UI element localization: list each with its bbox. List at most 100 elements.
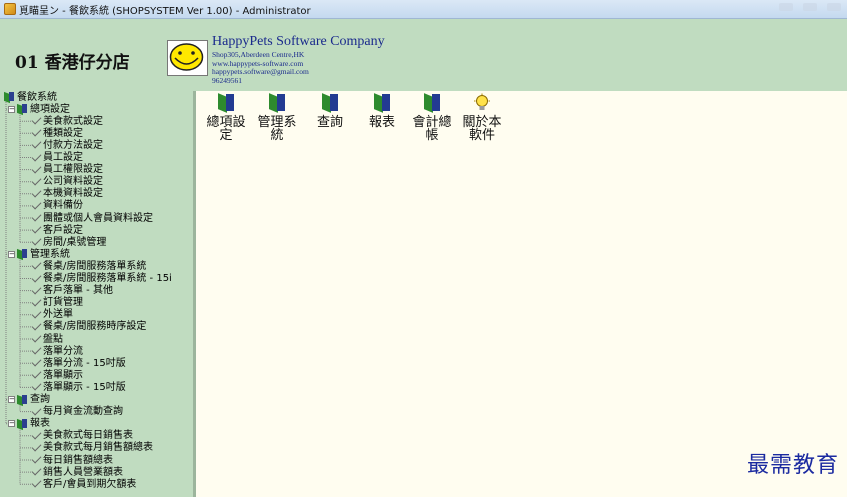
tree-node-label: 種類設定 [43, 127, 83, 139]
tree-item[interactable]: 團體或個人會員資料設定 [31, 212, 153, 224]
window-title: 覓瞄呈ン - 餐飲系統 (SHOPSYSTEM Ver 1.00) - Admi… [19, 5, 311, 17]
collapse-toggle[interactable]: − [8, 420, 15, 428]
collapse-toggle[interactable]: − [8, 250, 15, 258]
tree-item[interactable]: 員工設定 [31, 152, 83, 164]
app-icon [4, 3, 16, 15]
folder-icon [266, 93, 288, 115]
close-button[interactable] [827, 3, 841, 11]
checkmark-icon [31, 298, 41, 308]
tree-item[interactable]: 美食款式每月銷售額總表 [31, 442, 153, 454]
tree-node-label: 查詢 [30, 394, 50, 405]
checkmark-icon [31, 443, 41, 453]
folder-icon [17, 249, 28, 259]
tree-item[interactable]: 落單分流 [31, 345, 83, 357]
tree-group[interactable]: − 總項設定 [8, 103, 70, 115]
tree-item[interactable]: 客戶/會員到期欠額表 [31, 478, 136, 490]
tree-node-label: 銷售人員營業額表 [43, 466, 123, 478]
checkmark-icon [31, 201, 41, 211]
tree-node-label: 餐桌/房間服務落單系統 - 15i [43, 273, 172, 284]
company-phone: 96249561 [212, 76, 242, 86]
checkmark-icon [31, 358, 41, 368]
checkmark-icon [31, 213, 41, 223]
company-website: www.happypets-software.com [212, 58, 304, 68]
checkmark-icon [31, 165, 41, 175]
folder-icon [319, 93, 341, 115]
toolbar-button[interactable]: 查詢 [304, 91, 356, 129]
window-title-bar[interactable]: 覓瞄呈ン - 餐飲系統 (SHOPSYSTEM Ver 1.00) - Admi… [0, 0, 847, 19]
tree-item[interactable]: 客戶設定 [31, 224, 83, 236]
tree-item[interactable]: 公司資料設定 [31, 176, 103, 188]
tree-item[interactable]: 餐桌/房間服務落單系統 - 15i [31, 273, 172, 285]
maximize-button[interactable] [803, 3, 817, 11]
window-controls [779, 3, 841, 11]
tree-item[interactable]: 餐桌/房間服務落單系統 [31, 260, 146, 272]
folder-icon [17, 104, 28, 114]
checkmark-icon [31, 286, 41, 296]
tree-item[interactable]: 客戶落單 - 其他 [31, 285, 113, 297]
tree-item[interactable]: 每日銷售額總表 [31, 454, 113, 466]
store-name: 01 香港仔分店 [15, 53, 130, 73]
tree-node-label: 餐桌/房間服務落單系統 [43, 260, 147, 272]
folder-icon [371, 93, 393, 115]
tree-node-label: 外送單 [43, 309, 73, 321]
tree-item[interactable]: 美食款式每日銷售表 [31, 430, 133, 442]
checkmark-icon [31, 237, 41, 247]
tree-item[interactable]: 員工權限設定 [31, 164, 103, 176]
toolbar-button-label: 總項設 定 [206, 115, 246, 143]
tree-item[interactable]: 每月資金流動查詢 [31, 406, 123, 418]
header-banner: 01 香港仔分店 HappyPets Software Company Shop… [0, 19, 847, 91]
tree-node-label: 員工權限設定 [43, 164, 103, 176]
company-info: HappyPets Software Company Shop305,Aberd… [212, 34, 385, 86]
tree-node-label: 總項設定 [30, 103, 70, 115]
tree-node-label: 美食款式每日銷售表 [43, 430, 133, 442]
checkmark-icon [31, 225, 41, 235]
tree-group[interactable]: − 管理系統 [8, 248, 70, 260]
tree-node-label: 客戶設定 [43, 224, 83, 236]
toolbar-button[interactable]: 關於本 軟件 [456, 91, 508, 142]
toolbar-button[interactable]: 總項設 定 [200, 91, 252, 142]
tree-item[interactable]: 美食款式設定 [31, 115, 103, 127]
checkmark-icon [31, 189, 41, 199]
checkmark-icon [31, 431, 41, 441]
tree-node-label: 管理系統 [30, 248, 70, 260]
checkmark-icon [31, 153, 41, 163]
tree-root-restaurant-system[interactable]: 餐飲系統 [4, 91, 57, 103]
tree-item[interactable]: 銷售人員營業額表 [31, 466, 123, 478]
toolbar-button-label: 關於本 軟件 [462, 115, 502, 143]
tree-item[interactable]: 落單分流 - 15吋版 [31, 357, 126, 369]
tree-item[interactable]: 落單顯示 [31, 369, 83, 381]
toolbar-button[interactable]: 會計總 帳 [406, 91, 458, 142]
collapse-toggle[interactable]: − [8, 105, 15, 113]
tree-node-label: 客戶落單 - 其他 [43, 285, 113, 297]
lightbulb-icon [471, 93, 493, 115]
tree-item[interactable]: 餐桌/房間服務時序設定 [31, 321, 146, 333]
folder-icon [17, 394, 28, 405]
tree-item[interactable]: 本機資料設定 [31, 188, 103, 200]
toolbar-button[interactable]: 管理系 統 [251, 91, 303, 142]
company-name: HappyPets Software Company [212, 34, 385, 49]
toolbar-button[interactable]: 報表 [356, 91, 408, 129]
tree-item[interactable]: 付款方法設定 [31, 139, 103, 151]
tree-item[interactable]: 訂貨管理 [31, 297, 83, 309]
checkmark-icon [31, 479, 41, 489]
tree-item[interactable]: 盤點 [31, 333, 63, 345]
tree-node-label: 團體或個人會員資料設定 [43, 212, 153, 224]
checkmark-icon [31, 177, 41, 187]
tree-node-label: 付款方法設定 [43, 139, 103, 151]
tree-node-label: 餐飲系統 [17, 91, 57, 103]
checkmark-icon [31, 346, 41, 356]
tree-item[interactable]: 房間/桌號管理 [31, 236, 106, 248]
tree-item[interactable]: 資料備份 [31, 200, 83, 212]
tree-group[interactable]: − 查詢 [8, 394, 50, 406]
tree-node-label: 落單顯示 - 15吋版 [43, 381, 126, 393]
tree-item[interactable]: 種類設定 [31, 127, 83, 139]
collapse-toggle[interactable]: − [8, 396, 15, 403]
tree-item[interactable]: 落單顯示 - 15吋版 [31, 381, 126, 393]
tree-group[interactable]: − 報表 [8, 418, 50, 430]
tree-item[interactable]: 外送單 [31, 309, 73, 321]
tree-node-label: 每月資金流動查詢 [43, 406, 123, 418]
minimize-button[interactable] [779, 3, 793, 11]
tree-node-label: 本機資料設定 [43, 188, 103, 200]
tree-node-label: 餐桌/房間服務時序設定 [43, 321, 147, 333]
navigation-tree[interactable]: 餐飲系統 − 總項設定 美食款式設定 種類設定 付款方法設定 員工設定 員工權限設定 公司資料設… [0, 91, 196, 497]
